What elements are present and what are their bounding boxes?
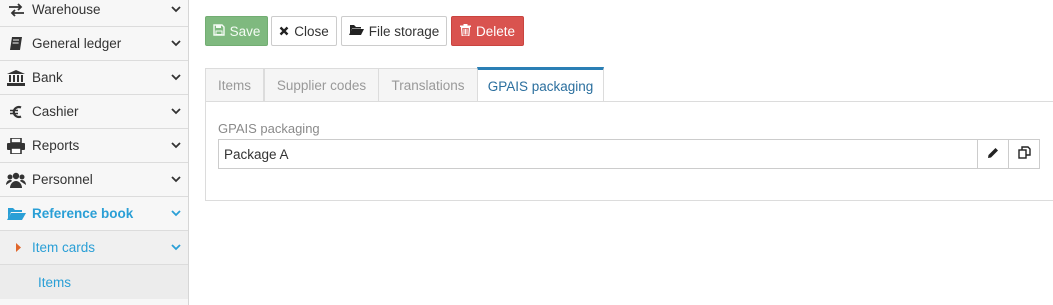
save-label: Save [229, 23, 261, 39]
sidebar-item-label: Warehouse [32, 2, 101, 17]
sidebar: Warehouse General ledger Bank Cashier Re… [0, 0, 189, 305]
file-storage-label: File storage [368, 23, 440, 39]
sidebar-item-label: Reports [32, 138, 80, 153]
sidebar-item-personnel[interactable]: Personnel [0, 163, 188, 197]
sidebar-item-reports[interactable]: Reports [0, 129, 188, 163]
caret-right-icon [0, 243, 32, 252]
sidebar-item-label: Bank [32, 70, 63, 85]
chevron-down-icon [163, 142, 188, 149]
copy-button[interactable] [1008, 140, 1039, 168]
exchange-icon [0, 2, 32, 17]
gpais-packaging-field: Package A [218, 139, 1040, 169]
tab-supplier-codes[interactable]: Supplier codes [264, 68, 379, 102]
bank-icon [0, 69, 32, 86]
sidebar-item-label: Cashier [32, 104, 79, 119]
tab-label: Translations [391, 78, 465, 93]
tab-label: Supplier codes [276, 78, 367, 93]
chevron-down-icon [163, 176, 188, 183]
file-storage-button[interactable]: File storage [341, 16, 447, 46]
print-icon [0, 137, 32, 154]
chevron-down-icon [163, 6, 188, 13]
tab-gpais-packaging[interactable]: GPAIS packaging [477, 67, 604, 102]
tab-label: Items [217, 78, 251, 93]
edit-button[interactable] [977, 140, 1008, 168]
folder-open-icon [348, 24, 364, 39]
folder-open-icon [0, 206, 32, 221]
sidebar-subitem-label: Item cards [32, 240, 96, 255]
sidebar-subsubitem-items[interactable]: Items [0, 265, 188, 299]
book-icon [0, 36, 32, 52]
chevron-down-icon [163, 244, 188, 251]
delete-button[interactable]: Delete [451, 16, 524, 46]
chevron-down-icon [163, 40, 188, 47]
euro-icon [0, 104, 32, 120]
tab-items[interactable]: Items [205, 68, 264, 102]
chevron-down-icon [163, 108, 188, 115]
sidebar-item-bank[interactable]: Bank [0, 61, 188, 95]
sidebar-item-label: Personnel [32, 172, 93, 187]
close-icon [279, 24, 289, 39]
sidebar-item-reference-book[interactable]: Reference book [0, 197, 188, 231]
pencil-icon [987, 147, 999, 162]
delete-label: Delete [475, 23, 516, 39]
tab-translations[interactable]: Translations [378, 68, 478, 102]
sidebar-item-warehouse[interactable]: Warehouse [0, 0, 188, 27]
close-button[interactable]: Close [271, 16, 337, 46]
sidebar-subsubitem-label: Items [38, 274, 72, 290]
chevron-down-icon [163, 74, 188, 81]
gpais-packaging-value[interactable]: Package A [219, 140, 977, 168]
close-label: Close [294, 23, 329, 39]
save-button[interactable]: Save [205, 16, 268, 46]
chevron-down-icon [163, 210, 188, 217]
sidebar-subitem-item-cards[interactable]: Item cards [0, 231, 188, 265]
tab-label: GPAIS packaging [487, 78, 594, 94]
sidebar-item-general-ledger[interactable]: General ledger [0, 27, 188, 61]
copy-icon [1017, 146, 1031, 162]
save-icon [212, 23, 225, 39]
gpais-packaging-label: GPAIS packaging [218, 121, 320, 136]
sidebar-item-label: Reference book [32, 206, 134, 221]
trash-icon [459, 23, 471, 39]
sidebar-item-cashier[interactable]: Cashier [0, 95, 188, 129]
sidebar-item-label: General ledger [32, 36, 122, 51]
users-icon [0, 172, 32, 188]
